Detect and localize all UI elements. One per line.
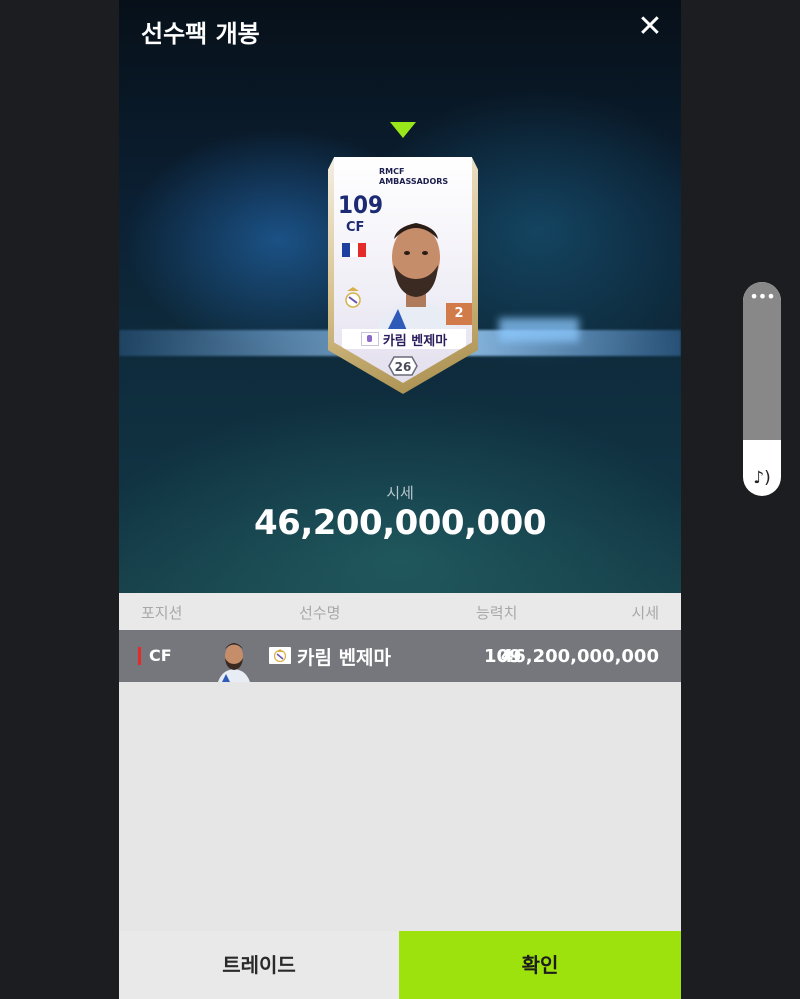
card-player-name: 카림 벤제마 — [382, 333, 448, 349]
volume-slider[interactable]: ••• ♪) — [743, 282, 781, 496]
row-position: CF — [149, 646, 172, 665]
pack-reveal-area: 선수팩 개봉 ✕ RMCF AMBASSADORS 109 CF 2 카림 벤제… — [119, 0, 681, 593]
table-row[interactable]: CF 카림 벤제마 109 46,200,000,000 — [119, 630, 681, 682]
more-options-icon[interactable]: ••• — [743, 289, 781, 305]
card-player-name-plate: 카림 벤제마 — [342, 329, 466, 349]
pack-open-screen: 선수팩 개봉 ✕ RMCF AMBASSADORS 109 CF 2 카림 벤제… — [119, 0, 681, 999]
card-team-label: RMCF AMBASSADORS — [379, 167, 448, 187]
card-team-line1: RMCF — [379, 167, 405, 176]
close-icon[interactable]: ✕ — [633, 10, 667, 44]
card-position: CF — [346, 220, 365, 235]
row-player-name: 카림 벤제마 — [297, 647, 392, 669]
flag-stripe-white — [350, 243, 358, 257]
music-volume-icon: ♪) — [753, 468, 771, 488]
header-name: 선수명 — [299, 604, 341, 622]
france-flag-icon — [342, 243, 366, 257]
card-level-badge: 2 — [446, 303, 472, 325]
header-overall: 능력치 — [476, 604, 518, 622]
price-label: 시세 — [386, 484, 414, 502]
player-thumbnail — [218, 643, 250, 682]
season-label: 26 — [395, 360, 412, 374]
position-marker — [138, 647, 141, 665]
pick-indicator-arrow-icon — [390, 122, 416, 138]
trade-button[interactable]: 트레이드 — [119, 931, 399, 999]
light-flare — [499, 318, 579, 342]
row-price: 46,200,000,000 — [500, 646, 659, 667]
flag-stripe-blue — [342, 243, 350, 257]
card-team-line2: AMBASSADORS — [379, 177, 449, 186]
player-card[interactable]: RMCF AMBASSADORS 109 CF 2 카림 벤제마 26 — [328, 150, 478, 394]
table-header: 포지션 선수명 능력치 시세 — [119, 593, 681, 630]
season-badge: 26 — [388, 356, 418, 376]
club-badge-icon — [269, 647, 291, 664]
header-position: 포지션 — [141, 604, 183, 622]
club-crest-icon — [345, 287, 361, 308]
card-face: RMCF AMBASSADORS 109 CF 2 카림 벤제마 26 — [334, 157, 472, 383]
confirm-button[interactable]: 확인 — [399, 931, 681, 999]
page-title: 선수팩 개봉 — [141, 20, 260, 48]
price-value: 46,200,000,000 — [254, 503, 546, 543]
club-flag-icon — [360, 332, 379, 346]
header-price: 시세 — [631, 604, 659, 622]
